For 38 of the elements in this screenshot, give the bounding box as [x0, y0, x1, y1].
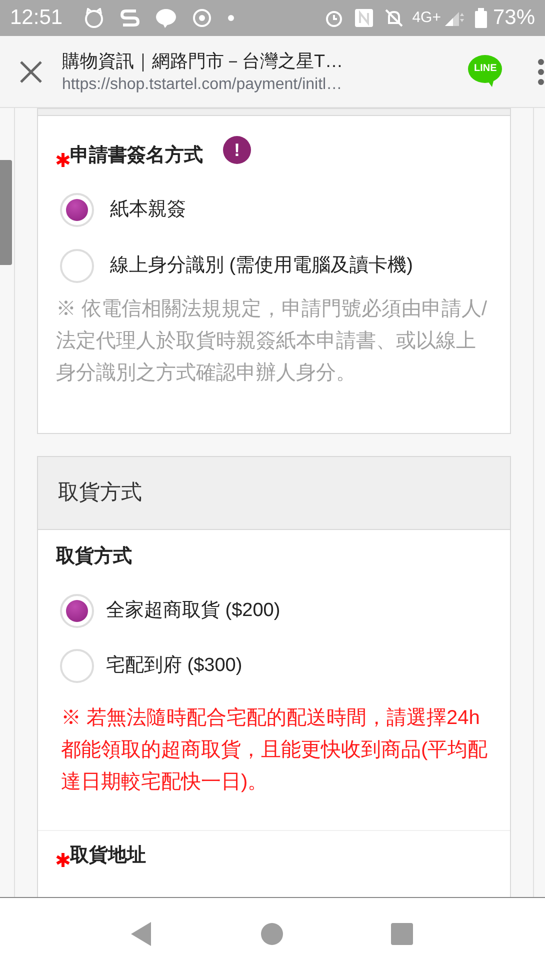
- field-label: 申請書簽名方式: [70, 144, 203, 168]
- option-label: 線上身分識別 (需使用電腦及讀卡機): [110, 254, 413, 278]
- battery-level: 73%: [492, 5, 535, 32]
- note-text: ※ 若無法隨時配合宅配的配送時間，請選擇24h都能領取的超商取貨，且能更快收到商品(平均配達日期較宅配快一日)。: [60, 706, 489, 795]
- recents-icon: [391, 922, 413, 944]
- home-icon: [261, 922, 283, 944]
- option-label: 紙本親簽: [110, 198, 186, 222]
- page-url: https://shop.tstartel.com/payment/initl…: [62, 74, 344, 94]
- network-label: 4G+: [412, 8, 441, 28]
- radio-button[interactable]: [60, 193, 94, 227]
- field-label: 取貨地址: [70, 844, 146, 868]
- muted-bell-icon: [384, 8, 404, 28]
- option-label: 宅配到府 ($300): [106, 654, 242, 678]
- more-icon: [538, 58, 544, 84]
- dot-icon: [226, 14, 235, 22]
- s-logo-icon: [120, 8, 140, 28]
- note-text: ※ 依電信相關法規規定，申請門號必須由申請人/法定代理人於取貨時親簽紙本申請書、或以線上身分識別之方式確認申辦人身分。: [56, 297, 488, 386]
- radio-button[interactable]: [60, 594, 94, 628]
- required-icon: [56, 853, 70, 867]
- page-title: 購物資訊｜網路門市－台灣之星T…: [62, 50, 344, 74]
- home-button[interactable]: [261, 922, 283, 944]
- alarm-icon: [324, 8, 344, 28]
- chat-bubble-icon: [154, 8, 177, 28]
- radio-button[interactable]: [60, 249, 94, 283]
- field-label: 取貨方式: [56, 544, 132, 569]
- option-label: 全家超商取貨 ($200): [106, 598, 280, 623]
- more-menu-button[interactable]: [537, 58, 545, 84]
- radio-button[interactable]: [60, 649, 94, 683]
- required-icon: [56, 153, 70, 167]
- close-icon: [18, 60, 43, 84]
- nfc-icon: [354, 8, 374, 28]
- back-icon: [129, 920, 153, 946]
- back-button[interactable]: [129, 920, 153, 946]
- battery-icon: [474, 8, 487, 28]
- section-header: 取貨方式: [58, 480, 142, 506]
- info-badge[interactable]: !: [223, 136, 251, 164]
- recents-button[interactable]: [391, 922, 413, 944]
- clock: 12:51: [10, 5, 63, 32]
